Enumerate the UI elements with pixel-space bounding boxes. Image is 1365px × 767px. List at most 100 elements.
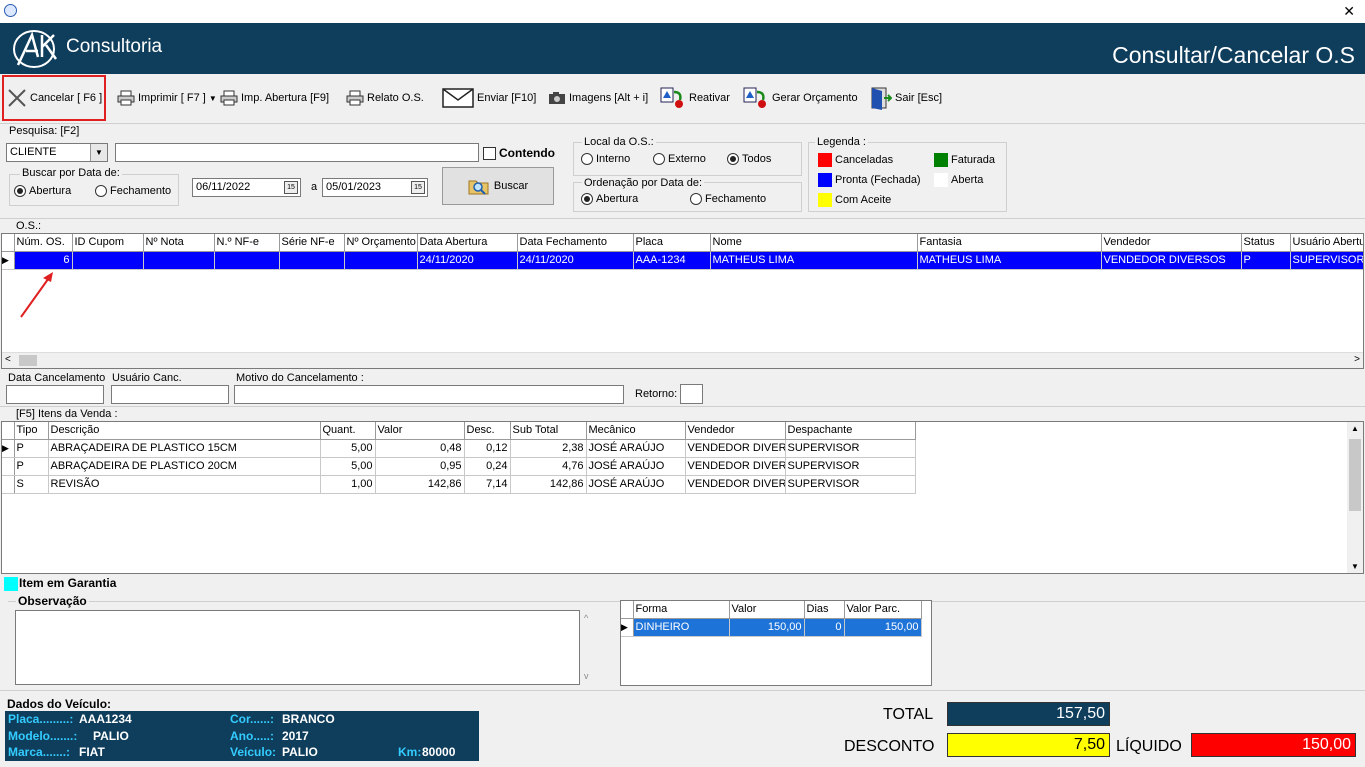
search-type-select[interactable]: CLIENTE ▼: [6, 143, 108, 162]
table-cell[interactable]: P: [1241, 251, 1291, 270]
table-cell[interactable]: 24/11/2020: [517, 251, 634, 270]
column-header[interactable]: Tipo: [14, 422, 49, 440]
table-cell[interactable]: [279, 251, 345, 270]
table-cell[interactable]: 1,00: [320, 475, 376, 494]
column-header[interactable]: Mecânico: [586, 422, 686, 440]
table-cell[interactable]: S: [14, 475, 49, 494]
table-row[interactable]: P ABRAÇADEIRA DE PLASTICO 20CM 5,00 0,95…: [2, 457, 916, 476]
table-cell[interactable]: VENDEDOR DIVER: [685, 457, 786, 476]
table-cell[interactable]: VENDEDOR DIVER: [685, 439, 786, 458]
send-button[interactable]: Enviar [F10]: [442, 86, 536, 110]
search-button[interactable]: Buscar: [442, 167, 554, 205]
table-cell[interactable]: ABRAÇADEIRA DE PLASTICO 20CM: [48, 457, 321, 476]
cancel-button[interactable]: Cancelar [ F6 ]: [7, 86, 102, 110]
table-row[interactable]: ▶ P ABRAÇADEIRA DE PLASTICO 15CM 5,00 0,…: [2, 439, 916, 458]
column-header[interactable]: Fantasia: [917, 234, 1102, 252]
dropdown-arrow-icon[interactable]: ▼: [209, 94, 217, 103]
date-abertura-radio[interactable]: Abertura: [14, 185, 71, 197]
table-cell[interactable]: JOSÉ ARAÚJO: [586, 457, 686, 476]
table-cell[interactable]: 6: [14, 251, 73, 270]
checkbox-box[interactable]: [483, 146, 496, 160]
table-cell[interactable]: 0,48: [375, 439, 465, 458]
date-fechamento-radio[interactable]: Fechamento: [95, 185, 171, 197]
column-header[interactable]: Nº Orçamento: [344, 234, 418, 252]
table-cell[interactable]: MATHEUS LIMA: [917, 251, 1102, 270]
date-to-input[interactable]: 05/01/2023 15: [322, 178, 428, 197]
column-header[interactable]: N.º NF-e: [214, 234, 280, 252]
local-externo-radio[interactable]: Externo: [653, 153, 706, 165]
exit-button[interactable]: Sair [Esc]: [870, 86, 942, 110]
column-header[interactable]: Valor Parc.: [844, 601, 922, 619]
scroll-thumb[interactable]: [1349, 439, 1361, 511]
table-cell[interactable]: DINHEIRO: [633, 618, 730, 637]
column-header[interactable]: Valor: [375, 422, 465, 440]
table-cell[interactable]: 4,76: [510, 457, 587, 476]
radio-circle[interactable]: [581, 153, 593, 165]
local-todos-radio[interactable]: Todos: [727, 153, 771, 165]
column-header[interactable]: Placa: [633, 234, 711, 252]
table-row[interactable]: S REVISÃO 1,00 142,86 7,14 142,86 JOSÉ A…: [2, 475, 916, 494]
report-button[interactable]: Relato O.S.: [346, 86, 424, 110]
calendar-icon[interactable]: 15: [284, 181, 298, 194]
scroll-up-icon[interactable]: ▲: [1351, 424, 1359, 433]
radio-circle[interactable]: [14, 185, 26, 197]
vertical-scrollbar[interactable]: ▲ ▼: [1347, 422, 1363, 573]
table-cell[interactable]: 5,00: [320, 457, 376, 476]
search-input[interactable]: [115, 143, 479, 162]
payment-grid[interactable]: Forma Valor Dias Valor Parc. ▶ DINHEIRO …: [620, 600, 932, 686]
horizontal-scrollbar[interactable]: < >: [2, 352, 1363, 368]
table-cell[interactable]: 24/11/2020: [417, 251, 518, 270]
table-cell[interactable]: 0: [804, 618, 845, 637]
column-header[interactable]: Dias: [804, 601, 845, 619]
radio-circle[interactable]: [95, 185, 107, 197]
scroll-left-icon[interactable]: <: [5, 354, 11, 365]
table-cell[interactable]: VENDEDOR DIVERSOS: [1101, 251, 1242, 270]
table-cell[interactable]: REVISÃO: [48, 475, 321, 494]
column-header[interactable]: Vendedor: [685, 422, 786, 440]
print-button[interactable]: Imprimir [ F7 ] ▼: [117, 86, 217, 110]
radio-circle[interactable]: [581, 193, 593, 205]
table-cell[interactable]: SUPERVISOR: [785, 457, 916, 476]
radio-circle[interactable]: [727, 153, 739, 165]
table-cell[interactable]: 0,24: [464, 457, 511, 476]
print-opening-button[interactable]: Imp. Abertura [F9]: [220, 86, 329, 110]
table-cell[interactable]: 5,00: [320, 439, 376, 458]
table-cell[interactable]: SUPERVISOR: [1290, 251, 1363, 270]
table-cell[interactable]: [72, 251, 144, 270]
column-header[interactable]: Data Fechamento: [517, 234, 634, 252]
column-header[interactable]: Forma: [633, 601, 730, 619]
table-cell[interactable]: 0,95: [375, 457, 465, 476]
table-cell[interactable]: 2,38: [510, 439, 587, 458]
scroll-right-icon[interactable]: >: [1354, 354, 1360, 365]
table-cell[interactable]: JOSÉ ARAÚJO: [586, 439, 686, 458]
scroll-thumb[interactable]: [19, 355, 37, 366]
os-grid[interactable]: Núm. OS. ID Cupom Nº Nota N.º NF-e Série…: [1, 233, 1364, 369]
table-cell[interactable]: VENDEDOR DIVER: [685, 475, 786, 494]
table-cell[interactable]: [344, 251, 418, 270]
calendar-icon[interactable]: 15: [411, 181, 425, 194]
table-cell[interactable]: ABRAÇADEIRA DE PLASTICO 15CM: [48, 439, 321, 458]
table-cell[interactable]: 142,86: [375, 475, 465, 494]
table-cell[interactable]: 7,14: [464, 475, 511, 494]
table-cell[interactable]: MATHEUS LIMA: [710, 251, 918, 270]
cancel-date-input[interactable]: [6, 385, 104, 404]
column-header[interactable]: Descrição: [48, 422, 321, 440]
table-cell[interactable]: 150,00: [844, 618, 922, 637]
table-cell[interactable]: 142,86: [510, 475, 587, 494]
column-header[interactable]: Vendedor: [1101, 234, 1242, 252]
column-header[interactable]: Nome: [710, 234, 918, 252]
observation-textarea[interactable]: [15, 610, 580, 685]
column-header[interactable]: Desc.: [464, 422, 511, 440]
table-cell[interactable]: [143, 251, 215, 270]
table-cell[interactable]: [214, 251, 280, 270]
date-from-input[interactable]: 06/11/2022 15: [192, 178, 301, 197]
scroll-down-icon[interactable]: ▼: [1351, 562, 1359, 571]
column-header[interactable]: Despachante: [785, 422, 916, 440]
column-header[interactable]: ID Cupom: [72, 234, 144, 252]
local-interno-radio[interactable]: Interno: [581, 153, 630, 165]
column-header[interactable]: Status: [1241, 234, 1291, 252]
table-cell[interactable]: AAA-1234: [633, 251, 711, 270]
cancel-user-input[interactable]: [111, 385, 229, 404]
observation-scroll-up-icon[interactable]: ^: [584, 613, 588, 623]
column-header[interactable]: Sub Total: [510, 422, 587, 440]
